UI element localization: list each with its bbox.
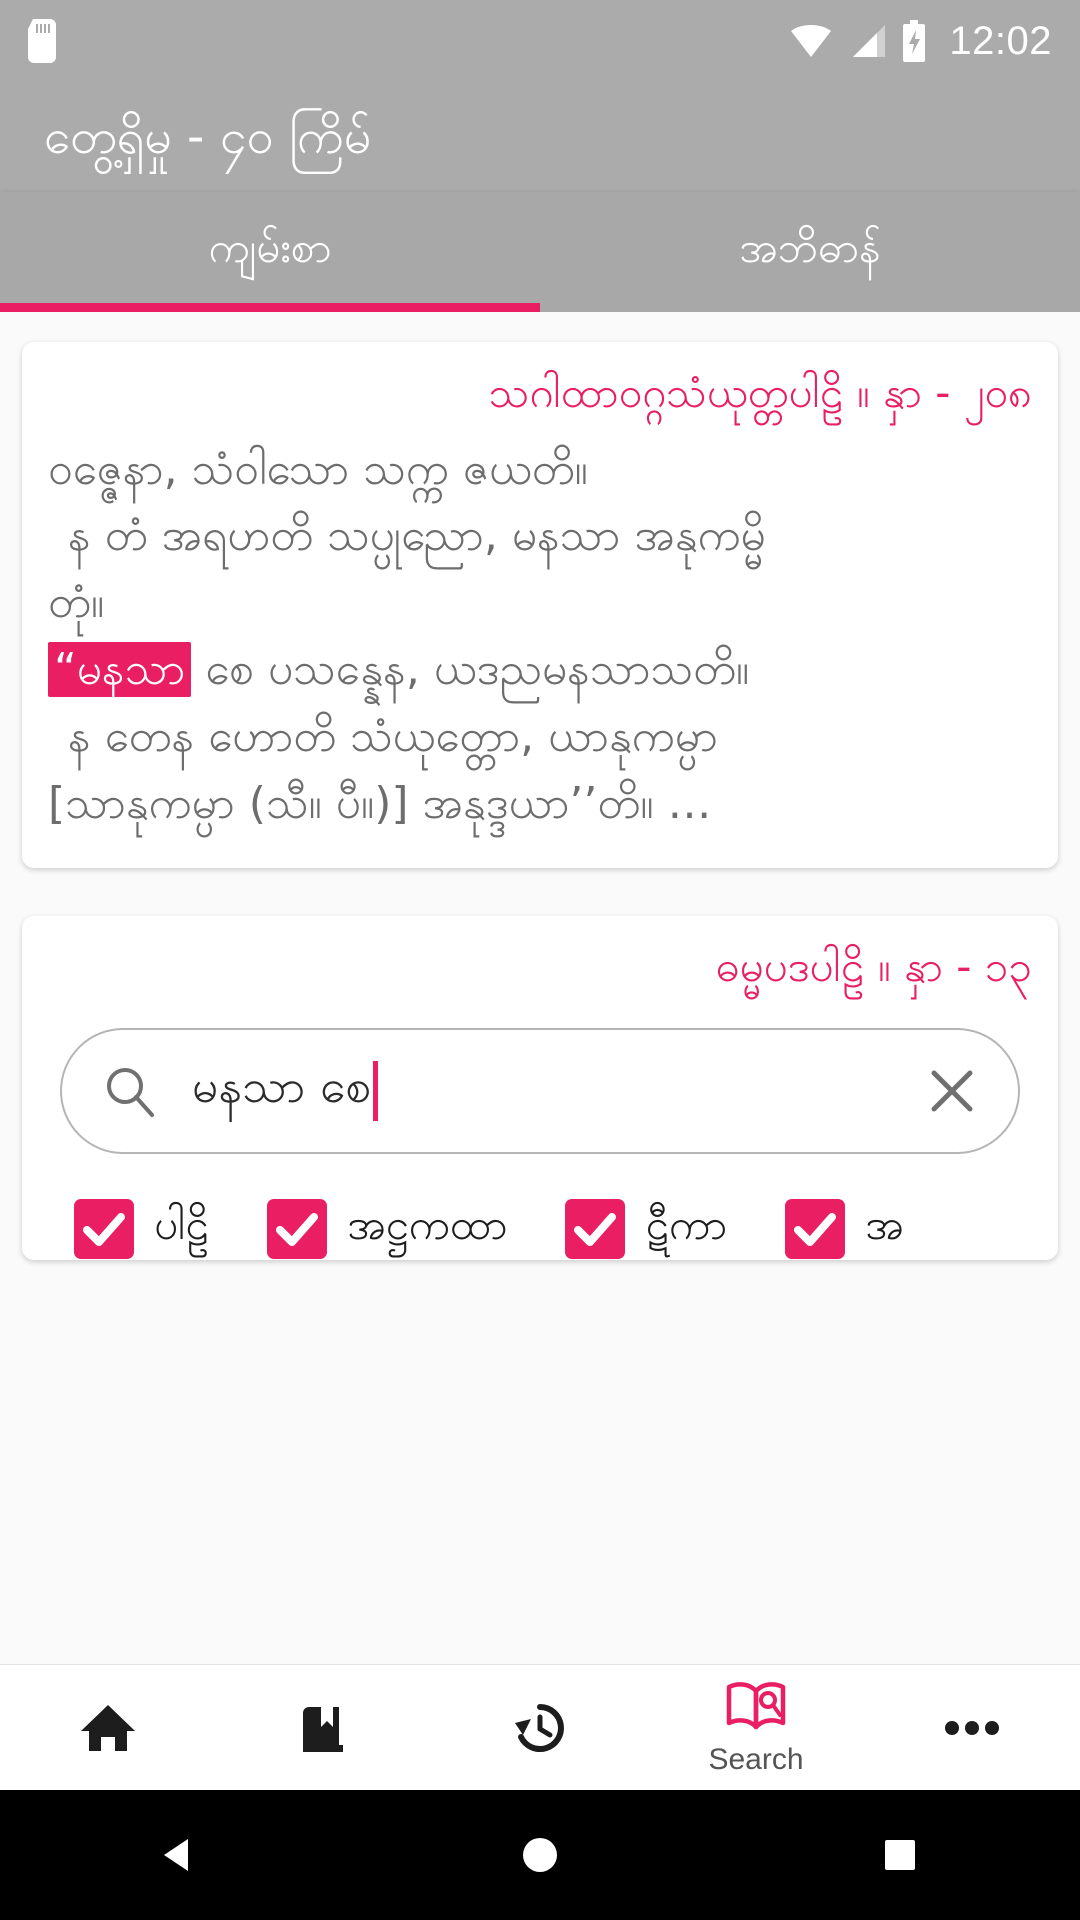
wifi-icon <box>791 25 832 57</box>
status-clock: 12:02 <box>949 18 1052 63</box>
verse-line-rest: စေ ပသန္နေန, ယဒညမနသာသတိ။ <box>191 644 750 696</box>
android-system-nav <box>0 1790 1080 1920</box>
status-left-icons <box>28 19 56 63</box>
filter-label: ပါဠိ <box>154 1200 210 1250</box>
history-icon <box>515 1703 564 1752</box>
sd-card-icon <box>28 19 56 63</box>
tab-scripture-label: ကျမ်းစာ <box>208 223 332 272</box>
app-bar: တွေ့ရှိမှု - ၄၀ ကြိမ် <box>0 82 1080 192</box>
system-recents-button[interactable] <box>873 1828 927 1882</box>
filter-label: ဋီကာ <box>645 1200 728 1250</box>
book-search-icon <box>726 1681 786 1729</box>
tab-indicator <box>0 303 540 312</box>
filter-atthakatha[interactable]: အဋ္ဌကထာ <box>267 1198 507 1260</box>
system-home-button[interactable] <box>513 1828 567 1882</box>
checkbox-checked-icon[interactable] <box>785 1199 846 1260</box>
result-card-source: သဂါထာဝဂ္ဂသံယုတ္တပါဠိ ။ နှာ - ၂၀၈ <box>488 368 1032 417</box>
system-back-button[interactable] <box>153 1828 207 1882</box>
verse-line: တုံ။ <box>48 577 105 629</box>
nav-search-label: Search <box>708 1742 804 1776</box>
result-card[interactable]: သဂါထာဝဂ္ဂသံယုတ္တပါဠိ ။ နှာ - ၂၀၈ ဝဇ္ဇေနာ… <box>22 342 1058 868</box>
page-title: တွေ့ရှိမှု - ၄၀ ကြိမ် <box>44 108 372 165</box>
verse-line-highlighted: “မနသာ စေ ပသန္နေန, ယဒညမနသာသတိ။ <box>48 637 1032 704</box>
checkbox-checked-icon[interactable] <box>565 1199 626 1260</box>
nav-history[interactable] <box>432 1665 648 1790</box>
home-icon <box>81 1704 135 1751</box>
checkbox-checked-icon[interactable] <box>74 1199 134 1260</box>
verse-line: ဝဇ္ဇေနာ, သံဝါသော သက္က ဇယတိ။ <box>48 443 588 495</box>
tab-scripture[interactable]: ကျမ်းစာ <box>0 192 540 312</box>
filter-other[interactable]: အ <box>785 1198 904 1260</box>
more-horizontal-icon <box>945 1720 999 1735</box>
results-list[interactable]: သဂါထာဝဂ္ဂသံယုတ္တပါဠိ ။ နှာ - ၂၀၈ ဝဇ္ဇေနာ… <box>0 312 1080 1664</box>
back-icon <box>164 1839 188 1871</box>
status-bar: 12:02 <box>0 0 1080 82</box>
recents-square-icon <box>885 1840 915 1870</box>
tab-dictionary[interactable]: အဘိဓာန် <box>540 192 1080 312</box>
result-card-source: ဓမ္မပဒပါဠိ ။ နှာ - ၁၃ <box>715 941 1032 991</box>
search-icon <box>107 1068 154 1118</box>
tab-bar: ကျမ်းစာ အဘိဓာန် <box>0 192 1080 312</box>
nav-search[interactable]: Search <box>648 1665 864 1790</box>
battery-charging-icon <box>903 20 926 62</box>
signal-icon <box>853 25 886 57</box>
text-cursor <box>372 1061 378 1122</box>
search-term-highlight: “မနသာ <box>48 642 192 698</box>
result-card-body: ဝဇ္ဇေနာ, သံဝါသော သက္က ဇယတိ။ န တံ အရဟတိ သ… <box>48 437 1032 838</box>
bottom-navigation: Search <box>0 1664 1080 1790</box>
home-circle-icon <box>523 1838 557 1872</box>
close-icon[interactable] <box>926 1065 978 1117</box>
search-input-value: မနသာ စေ <box>192 1058 371 1113</box>
search-input[interactable]: မနသာ စေ <box>60 1028 1020 1155</box>
search-row: မနသာ စေ <box>60 1028 1020 1155</box>
verse-line: န တေန ဟောတိ သံယုတ္တော, ယာနုကမ္ပာ <box>68 711 718 763</box>
filter-pali[interactable]: ပါဠိ <box>74 1198 209 1260</box>
result-card[interactable]: ဓမ္မပဒပါဠိ ။ နှာ - ၁၃ မနသာ စေ ပါဠိ အဋ္ဌက… <box>22 915 1058 1261</box>
nav-more[interactable] <box>864 1665 1080 1790</box>
app-root: 12:02 တွေ့ရှိမှု - ၄၀ ကြိမ် ကျမ်းစာ အဘိဓ… <box>0 0 1080 1920</box>
filter-label: အ <box>865 1200 904 1250</box>
nav-home[interactable] <box>0 1665 216 1790</box>
checkbox-checked-icon[interactable] <box>267 1199 328 1260</box>
filter-checkbox-row: ပါဠိ အဋ္ဌကထာ ဋီကာ အ <box>74 1198 1006 1260</box>
status-right-icons: 12:02 <box>789 19 1052 64</box>
bookmark-book-icon <box>303 1706 343 1752</box>
filter-label: အဋ္ဌကထာ <box>347 1200 508 1250</box>
verse-line: န တံ အရဟတိ သပ္ပုညော, မနသာ အနုကမ္မိ <box>68 510 766 562</box>
nav-bookmarks[interactable] <box>216 1665 432 1790</box>
filter-tika[interactable]: ဋီကာ <box>565 1198 727 1260</box>
verse-line: [သာနုကမ္ပာ (သီ။ ပီ။)] အနုဒ္ဒယာ’’တိ။ … <box>48 777 712 829</box>
tab-dictionary-label: အဘိဓာန် <box>739 223 881 272</box>
